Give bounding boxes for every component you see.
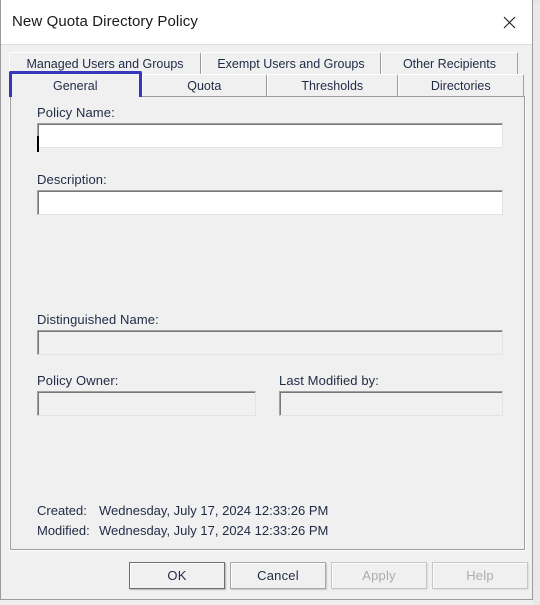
quota-directory-policy-dialog: New Quota Directory Policy Managed Users… <box>0 0 533 600</box>
tab-label: Directories <box>430 79 491 93</box>
cancel-button[interactable]: Cancel <box>230 562 326 589</box>
title-bar[interactable]: New Quota Directory Policy <box>1 0 532 45</box>
policy-owner-label: Policy Owner: <box>37 373 119 388</box>
tab-quota[interactable]: Quota <box>141 74 268 97</box>
modified-label: Modified: <box>37 523 90 538</box>
desktop-background-right <box>533 0 540 605</box>
dialog-button-bar: OK Cancel Apply Help <box>1 554 532 599</box>
tab-thresholds[interactable]: Thresholds <box>267 74 398 97</box>
last-modified-by-input[interactable] <box>279 391 503 416</box>
created-value: Wednesday, July 17, 2024 12:33:26 PM <box>99 503 329 518</box>
tab-label: General <box>53 78 98 93</box>
tab-general[interactable]: General <box>9 71 142 97</box>
description-input[interactable] <box>37 190 503 215</box>
policy-name-input[interactable] <box>37 123 503 148</box>
text-cursor <box>37 136 39 152</box>
window-title: New Quota Directory Policy <box>12 13 198 30</box>
tab-label: Other Recipients <box>402 57 497 71</box>
policy-owner-input[interactable] <box>37 391 256 416</box>
created-label: Created: <box>37 503 87 518</box>
apply-button: Apply <box>331 562 427 589</box>
tab-label: Quota <box>187 79 222 93</box>
modified-value: Wednesday, July 17, 2024 12:33:26 PM <box>99 523 329 538</box>
tab-label: Exempt Users and Groups <box>217 57 365 71</box>
close-icon[interactable] <box>486 0 532 44</box>
policy-name-label: Policy Name: <box>37 105 115 120</box>
tab-row-bottom: General Quota Thresholds Directories <box>9 71 524 97</box>
general-tab-panel: Policy Name: Description: Distinguished … <box>9 96 526 551</box>
ok-button[interactable]: OK <box>129 562 225 589</box>
distinguished-name-input[interactable] <box>37 330 503 355</box>
general-tab-panel-inner: Policy Name: Description: Distinguished … <box>10 96 525 550</box>
tab-other-recipients[interactable]: Other Recipients <box>381 52 518 75</box>
last-modified-by-label: Last Modified by: <box>279 373 379 388</box>
tab-label: Thresholds <box>301 79 364 93</box>
distinguished-name-label: Distinguished Name: <box>37 312 159 327</box>
tab-directories[interactable]: Directories <box>397 74 524 97</box>
modified-row: Modified: Wednesday, July 17, 2024 12:33:… <box>37 523 328 538</box>
help-button: Help <box>432 562 528 589</box>
created-row: Created: Wednesday, July 17, 2024 12:33:2… <box>37 503 328 518</box>
tab-label: Managed Users and Groups <box>26 57 184 71</box>
description-label: Description: <box>37 172 107 187</box>
tab-exempt-users-and-groups[interactable]: Exempt Users and Groups <box>201 52 381 75</box>
